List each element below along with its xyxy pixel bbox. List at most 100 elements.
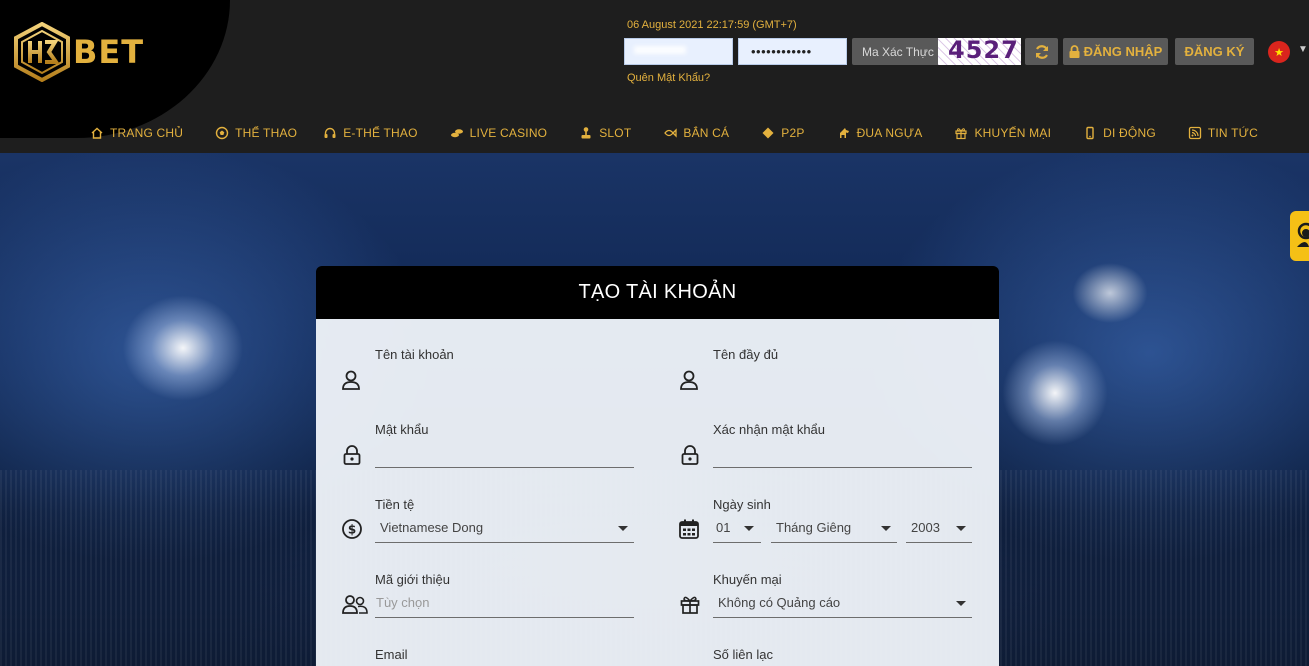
register-username-input[interactable] xyxy=(375,364,634,394)
nav-item-label: ĐUA NGỰA xyxy=(856,126,923,140)
nav-item-2[interactable]: THỂ THAO xyxy=(215,126,297,140)
register-form: Tên tài khoản Tên đầy đủ Mật khẩu Xác nh… xyxy=(316,319,999,666)
fullname-label: Tên đầy đủ xyxy=(713,347,779,362)
nav-item-label: DI ĐỘNG xyxy=(1103,126,1156,140)
dropdown-caret-icon xyxy=(956,601,966,606)
referral-placeholder: Tùy chọn xyxy=(376,595,430,610)
server-datetime: 06 August 2021 22:17:59 (GMT+7) xyxy=(627,19,797,31)
user-icon xyxy=(680,370,698,390)
lock-icon xyxy=(343,445,361,465)
phone-label: Số liên lạc xyxy=(713,647,773,662)
password-label: Mật khẩu xyxy=(375,422,429,437)
captcha-label: Ma Xác Thực xyxy=(862,45,934,59)
nav-item-label: THỂ THAO xyxy=(235,126,298,140)
nav-item-label: P2P xyxy=(781,126,805,140)
login-button[interactable]: ĐĂNG NHẬP xyxy=(1063,38,1168,65)
nav-item-11[interactable]: TIN TỨC xyxy=(1188,126,1258,140)
register-button[interactable]: ĐĂNG KÝ xyxy=(1175,38,1254,65)
dropdown-caret-icon xyxy=(618,526,628,531)
birth-day-value: 01 xyxy=(716,520,731,535)
confirm-password-label: Xác nhận mật khẩu xyxy=(713,422,826,437)
home-icon xyxy=(91,127,103,139)
birth-day-select[interactable]: 01 xyxy=(713,514,761,542)
horse-icon xyxy=(839,128,849,138)
form-title: TẠO TÀI KHOẢN xyxy=(316,266,999,319)
confirm-password-underline xyxy=(713,467,972,468)
currency-value: Vietnamese Dong xyxy=(380,520,484,535)
calendar-icon xyxy=(679,519,699,539)
captcha-code: 4527 xyxy=(948,38,1019,64)
users-icon xyxy=(342,595,368,614)
nav-item-label: SLOT xyxy=(599,126,632,140)
hexagon-logo-icon xyxy=(14,22,70,82)
captcha-input[interactable]: Ma Xác Thực 4527 xyxy=(852,38,1021,65)
nav-item-4[interactable]: LIVE CASINO xyxy=(450,126,548,140)
support-agent-icon xyxy=(1297,222,1309,247)
birth-month-value: Tháng Giêng xyxy=(776,520,852,535)
promo-underline xyxy=(713,617,972,618)
promo-select[interactable]: Không có Quảng cáo xyxy=(713,589,972,617)
register-button-label: ĐĂNG KÝ xyxy=(1184,44,1245,59)
support-tab[interactable] xyxy=(1290,211,1309,261)
login-button-label: ĐĂNG NHẬP xyxy=(1083,44,1163,59)
password-underline xyxy=(375,467,634,468)
currency-underline xyxy=(375,542,634,543)
nav-item-8[interactable]: ĐUA NGỰA xyxy=(837,126,923,140)
headset-icon xyxy=(324,127,336,138)
currency-label: Tiền tệ xyxy=(375,497,415,512)
password-input[interactable]: •••••••••••• xyxy=(738,38,847,65)
chips-icon xyxy=(450,129,463,138)
forgot-password-link[interactable]: Quên Mật Khẩu? xyxy=(627,72,710,84)
nav-item-label: BẮN CÁ xyxy=(683,126,730,140)
currency-select[interactable]: Vietnamese Dong xyxy=(375,514,634,542)
dropdown-caret-icon xyxy=(956,526,966,531)
birth-day-underline xyxy=(713,542,761,543)
nav-item-1[interactable]: TRANG CHỦ xyxy=(90,126,183,140)
site-header: BET 06 August 2021 22:17:59 (GMT+7) ••••… xyxy=(0,0,1309,153)
username-label: Tên tài khoản xyxy=(375,347,454,362)
register-password-input[interactable] xyxy=(375,439,634,467)
confirm-password-input[interactable] xyxy=(713,439,972,467)
referral-underline xyxy=(375,617,634,618)
birth-year-underline xyxy=(906,542,972,543)
joystick-icon xyxy=(581,127,591,139)
nav-item-3[interactable]: E-THỂ THAO xyxy=(323,126,417,140)
rss-icon xyxy=(1188,126,1202,140)
site-logo[interactable]: BET xyxy=(13,22,144,82)
lock-icon xyxy=(681,445,699,465)
gift-icon xyxy=(680,596,700,614)
svg-text:$: $ xyxy=(348,523,356,537)
nav-item-9[interactable]: KHUYẾN MẠI xyxy=(954,126,1051,140)
dollar-coin-icon: $ xyxy=(342,519,362,539)
mobile-icon xyxy=(1086,126,1094,140)
fish-icon xyxy=(664,128,678,138)
nav-item-label: KHUYẾN MẠI xyxy=(974,126,1052,140)
nav-item-7[interactable]: P2P xyxy=(761,126,804,140)
diamond-icon xyxy=(762,127,774,139)
nav-item-label: TIN TỨC xyxy=(1207,126,1258,140)
vietnam-flag-icon[interactable]: ★ xyxy=(1268,41,1290,63)
password-mask: •••••••••••• xyxy=(751,44,812,59)
redacted-username xyxy=(634,46,686,54)
birth-year-select[interactable]: 2003 xyxy=(906,514,972,542)
birth-month-underline xyxy=(771,542,897,543)
referral-input[interactable]: Tùy chọn xyxy=(375,589,634,617)
language-caret-icon[interactable]: ▼ xyxy=(1298,44,1308,55)
fullname-input[interactable] xyxy=(713,364,972,394)
promo-value: Không có Quảng cáo xyxy=(718,595,841,610)
birth-month-select[interactable]: Tháng Giêng xyxy=(771,514,897,542)
dropdown-caret-icon xyxy=(744,526,754,531)
lock-icon xyxy=(1069,45,1080,58)
flag-star: ★ xyxy=(1274,46,1284,59)
nav-item-6[interactable]: BẮN CÁ xyxy=(663,126,729,140)
nav-item-10[interactable]: DI ĐỘNG xyxy=(1083,126,1156,140)
nav-item-5[interactable]: SLOT xyxy=(579,126,631,140)
nav-item-label: TRANG CHỦ xyxy=(110,126,184,140)
email-label: Email xyxy=(375,647,408,662)
gift-icon xyxy=(955,128,968,140)
logo-text: BET xyxy=(73,33,145,71)
user-icon xyxy=(342,370,360,390)
nav-item-label: E-THỂ THAO xyxy=(343,126,418,140)
refresh-captcha-button[interactable] xyxy=(1025,38,1058,65)
birth-year-value: 2003 xyxy=(911,520,940,535)
